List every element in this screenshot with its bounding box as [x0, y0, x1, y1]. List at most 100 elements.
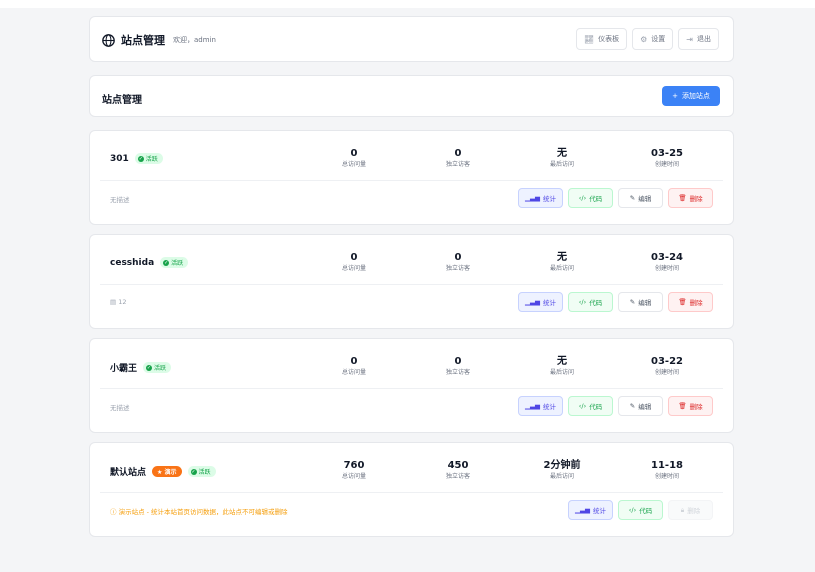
delete-button[interactable]: 🗑︎ 删除	[668, 188, 713, 208]
stat-created: 03-25 创建时间	[627, 147, 707, 169]
site-actions: ▁▃▅ 统计 ‹/› 代码 🔒︎ 删除	[568, 500, 713, 520]
brand: 站点管理 欢迎，admin	[102, 32, 216, 48]
site-summary: 小霸王 ✓ 活跃 0 总访问量 0 独立访客 无最后访问 03-22 创建时间	[90, 339, 733, 388]
stat-value: 760	[343, 460, 365, 471]
add-site-button[interactable]: + 添加站点	[662, 86, 720, 106]
delete-label: 删除	[689, 403, 703, 411]
site-name-text: 默认站点	[110, 468, 147, 478]
pencil-icon: ✎	[629, 402, 636, 410]
settings-button[interactable]: ⚙ 设置	[632, 28, 674, 50]
stat-unique: 0 独立访客	[418, 251, 498, 273]
delete-label: 删除	[687, 507, 701, 515]
status-text: 活跃	[145, 156, 158, 163]
stat-label: 总访问量	[341, 369, 366, 376]
bar-chart-icon: ▁▃▅	[525, 298, 540, 306]
info-icon: ⓘ	[110, 508, 119, 516]
delete-button-disabled: 🔒︎ 删除	[668, 500, 713, 520]
stat-label: 独立访客	[445, 473, 470, 480]
demo-badge-text: 演示	[164, 469, 177, 476]
stat-value: 450	[447, 460, 469, 471]
stat-value: 03-24	[651, 252, 683, 263]
trash-icon: 🗑︎	[678, 298, 687, 306]
site-description-text: 演示站点 - 统计本站首页访问数据，此站点不可编辑或删除	[118, 508, 288, 516]
dashboard-label: 仪表板	[598, 35, 620, 43]
stat-label: 独立访客	[445, 161, 470, 168]
stat-total: 0 总访问量	[314, 147, 394, 169]
section-header: 站点管理 + 添加站点	[89, 75, 734, 117]
welcome-text: 欢迎，admin	[173, 36, 216, 44]
site-name-text: 301	[110, 153, 129, 164]
logout-button[interactable]: ⇥ 退出	[678, 28, 719, 50]
edit-button[interactable]: ✎ 编辑	[618, 396, 663, 416]
code-button[interactable]: ‹/› 代码	[618, 500, 663, 520]
stat-value: 11-18	[651, 460, 683, 471]
edit-button[interactable]: ✎ 编辑	[618, 188, 663, 208]
gear-icon: ⚙	[640, 34, 648, 44]
check-icon: ✓	[137, 155, 144, 162]
stat-label: 最后访问	[549, 265, 574, 272]
stats-button[interactable]: ▁▃▅ 统计	[518, 396, 563, 416]
edit-label: 编辑	[638, 403, 652, 411]
stat-label: 最后访问	[549, 369, 574, 376]
divider	[100, 284, 723, 285]
code-icon: ‹/›	[578, 194, 587, 202]
top-strip	[0, 0, 815, 8]
demo-badge: ★ 演示	[152, 466, 182, 477]
section-title: 站点管理	[102, 95, 142, 106]
status-badge: ✓ 活跃	[143, 362, 172, 373]
site-name: cesshida ✓ 活跃	[110, 257, 189, 268]
stat-value: 0	[454, 148, 462, 159]
stat-total: 760 总访问量	[314, 459, 394, 481]
stat-label: 总访问量	[341, 161, 366, 168]
stat-value: 0	[350, 356, 358, 367]
page-title: 站点管理	[121, 34, 165, 47]
site-name: 默认站点 ★ 演示 ✓ 活跃	[110, 465, 216, 478]
edit-button[interactable]: ✎ 编辑	[618, 292, 663, 312]
stat-last: 无最后访问	[522, 355, 602, 377]
delete-button[interactable]: 🗑︎ 删除	[668, 396, 713, 416]
stat-value: 无	[557, 356, 567, 367]
code-button[interactable]: ‹/› 代码	[568, 292, 613, 312]
code-icon: ‹/›	[578, 402, 587, 410]
note-icon: ▤	[110, 298, 119, 306]
stats-button[interactable]: ▁▃▅ 统计	[518, 188, 563, 208]
delete-label: 删除	[689, 195, 703, 203]
check-icon: ✓	[163, 259, 170, 266]
site-actions: ▁▃▅ 统计 ‹/› 代码 ✎ 编辑 🗑︎ 删除	[518, 292, 713, 312]
stat-label: 最后访问	[549, 161, 574, 168]
stat-total: 0 总访问量	[314, 355, 394, 377]
stat-label: 独立访客	[445, 369, 470, 376]
stats-label: 统计	[543, 403, 556, 411]
stat-label: 总访问量	[341, 265, 366, 272]
site-summary: 默认站点 ★ 演示 ✓ 活跃 760 总访问量 450 独立访客 2分钟前 最后访问 1…	[90, 443, 733, 492]
stat-value: 无	[557, 148, 567, 159]
code-label: 代码	[589, 299, 603, 307]
stat-created: 03-22 创建时间	[627, 355, 707, 377]
code-button[interactable]: ‹/› 代码	[568, 188, 613, 208]
check-icon: ✓	[190, 468, 197, 475]
site-name-text: 小霸王	[110, 364, 138, 374]
stats-button[interactable]: ▁▃▅ 统计	[518, 292, 563, 312]
site-card: 小霸王 ✓ 活跃 0 总访问量 0 独立访客 无最后访问 03-22 创建时间 无描述 …	[89, 338, 734, 433]
stat-total: 0 总访问量	[314, 251, 394, 273]
bar-chart-icon: ▁▃▅	[525, 402, 540, 410]
stat-value: 0	[350, 148, 358, 159]
site-description: ⓘ 演示站点 - 统计本站首页访问数据，此站点不可编辑或删除	[110, 506, 288, 516]
bar-chart-icon: ▁▃▅	[575, 506, 590, 514]
status-badge: ✓ 活跃	[134, 153, 163, 164]
code-button[interactable]: ‹/› 代码	[568, 396, 613, 416]
stat-created: 03-24 创建时间	[627, 251, 707, 273]
edit-label: 编辑	[638, 299, 652, 307]
site-actions: ▁▃▅ 统计 ‹/› 代码 ✎ 编辑 🗑︎ 删除	[518, 188, 713, 208]
stat-label: 独立访客	[445, 265, 470, 272]
dashboard-button[interactable]: 📈︎ 仪表板	[575, 28, 628, 50]
stats-button[interactable]: ▁▃▅ 统计	[568, 500, 613, 520]
site-name-text: cesshida	[110, 257, 155, 268]
stat-last: 无最后访问	[522, 251, 602, 273]
stat-label: 创建时间	[654, 473, 679, 480]
stat-label: 创建时间	[654, 369, 679, 376]
app-header: 站点管理 欢迎，admin 📈︎ 仪表板 ⚙ 设置 ⇥ 退出	[89, 16, 734, 62]
stat-last: 无最后访问	[522, 147, 602, 169]
delete-button[interactable]: 🗑︎ 删除	[668, 292, 713, 312]
divider	[100, 388, 723, 389]
